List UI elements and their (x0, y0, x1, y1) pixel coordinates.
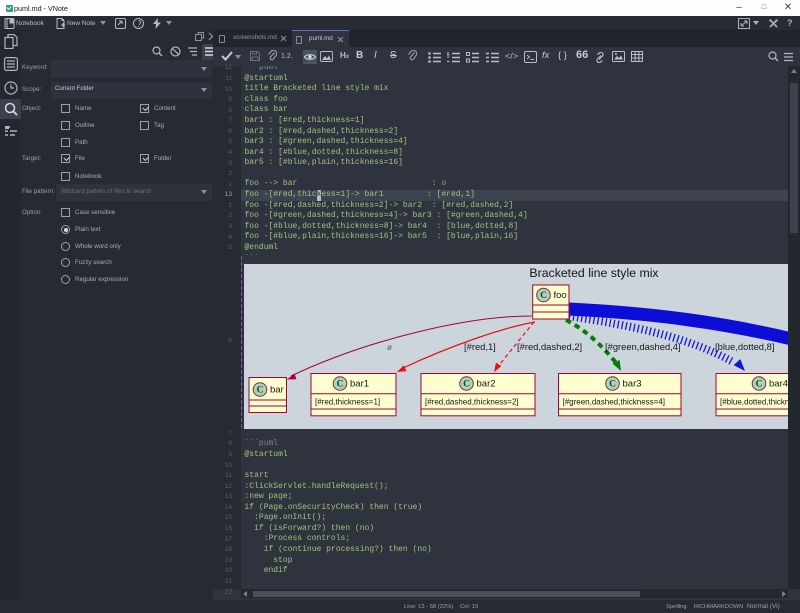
svg-text:C: C (540, 291, 547, 301)
svg-text:[#red,1]: [#red,1] (464, 341, 496, 352)
svg-text:ø: ø (387, 343, 392, 352)
svg-text:[blue,dotted,8]: [blue,dotted,8] (715, 341, 774, 352)
svg-text:C: C (756, 380, 763, 390)
svg-text:bar4: bar4 (769, 379, 788, 390)
svg-text:[#red,dashed,2]: [#red,dashed,2] (517, 341, 582, 352)
svg-text:Bracketed line style mix: Bracketed line style mix (529, 266, 659, 280)
svg-text:foo: foo (554, 290, 567, 301)
svg-text:[#green,dashed,4]: [#green,dashed,4] (605, 341, 681, 352)
svg-text:C: C (337, 380, 344, 390)
svg-text:C: C (257, 386, 264, 396)
svg-text:[#red,thickness=1]: [#red,thickness=1] (315, 397, 380, 406)
svg-text:C: C (463, 380, 470, 390)
svg-text:[#blue,dotted,thickness=8]: [#blue,dotted,thickness=8] (720, 397, 788, 406)
svg-text:bar2: bar2 (477, 379, 496, 390)
svg-text:C: C (609, 380, 616, 390)
svg-text:[#green,dashed,thickness=4]: [#green,dashed,thickness=4] (563, 397, 666, 406)
svg-text:bar1: bar1 (350, 379, 369, 390)
svg-text:bar3: bar3 (623, 379, 642, 390)
svg-text:bar: bar (270, 385, 284, 396)
svg-text:[#red,dashed,thickness=2]: [#red,dashed,thickness=2] (425, 397, 519, 406)
